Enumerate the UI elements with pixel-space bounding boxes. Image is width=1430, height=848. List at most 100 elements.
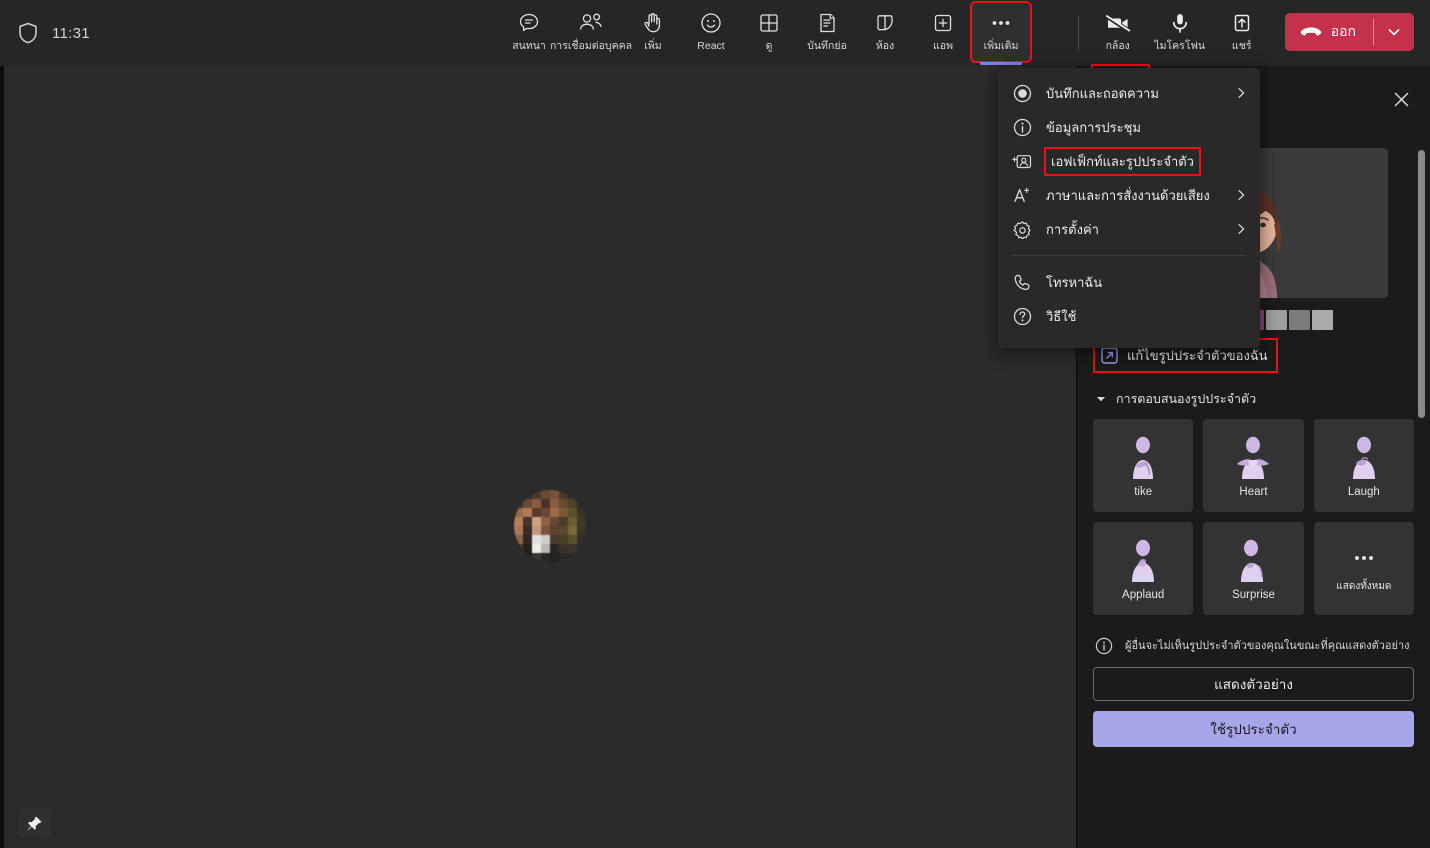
reaction-applaud-label: Applaud	[1122, 588, 1165, 601]
view-label: ดู	[765, 40, 773, 52]
breakout-rooms-icon	[873, 10, 897, 36]
react-button[interactable]: React	[682, 3, 740, 61]
phone-icon	[1012, 273, 1032, 292]
menu-item-call-me[interactable]: โทรหาฉัน	[998, 265, 1260, 299]
panel-scrollbar[interactable]	[1418, 150, 1425, 418]
menu-item-settings[interactable]: การตั้งค่า	[998, 212, 1260, 246]
effects-avatar-icon	[1012, 152, 1032, 171]
avatar-reactions-section-header[interactable]: การตอบสนองรูปประจำตัว	[1095, 389, 1414, 409]
meeting-clock: 11:31	[52, 24, 90, 42]
applaud-gesture-icon	[1121, 537, 1165, 583]
toolbar-divider	[1077, 16, 1079, 50]
camera-button[interactable]: กล้อง	[1089, 3, 1147, 61]
grid-view-icon	[757, 10, 781, 36]
ellipsis-icon	[1349, 543, 1379, 573]
reaction-laugh-label: Laugh	[1347, 485, 1380, 498]
reaction-laugh[interactable]: Laugh	[1313, 419, 1414, 512]
apps-button[interactable]: แอพ	[914, 3, 972, 61]
reaction-surprise[interactable]: Surprise	[1203, 522, 1304, 615]
menu-separator	[1012, 255, 1246, 256]
menu-item-help[interactable]: วิธีใช้	[998, 299, 1260, 333]
chat-label: สนทนา	[512, 40, 546, 52]
reaction-show-all[interactable]: แสดงทั้งหมด	[1313, 522, 1414, 615]
preview-notice-text: ผู้อื่นจะไม่เห็นรูปประจำตัวของคุณในขณะที…	[1125, 640, 1410, 652]
toolbar-actions: สนทนา การเชื่อมต่อบุคคล เพิ่ม React ดู บ…	[500, 0, 1032, 66]
smiley-icon	[699, 10, 723, 36]
reaction-heart[interactable]: Heart	[1203, 419, 1304, 512]
notes-icon	[815, 10, 839, 36]
menu-item-record-label: บันทึกและถอดความ	[1046, 85, 1159, 101]
raise-hand-icon	[641, 10, 665, 36]
menu-item-settings-label: การตั้งค่า	[1046, 221, 1099, 237]
rooms-button[interactable]: ห้อง	[856, 3, 914, 61]
panel-close-button[interactable]	[1384, 82, 1418, 116]
reaction-like[interactable]: tike	[1093, 419, 1194, 512]
gear-icon	[1012, 220, 1032, 239]
menu-item-effects-avatars-label: เอฟเฟ็กท์และรูปประจำตัว	[1044, 146, 1201, 176]
microphone-button[interactable]: ไมโครโฟน	[1147, 3, 1213, 61]
more-button[interactable]: เพิ่มเติม	[970, 1, 1032, 65]
notes-button[interactable]: บันทึกย่อ	[798, 3, 856, 61]
open-external-icon	[1101, 347, 1118, 364]
info-icon	[1095, 637, 1113, 655]
preview-button[interactable]: แสดงตัวอย่าง	[1093, 667, 1414, 701]
notes-label: บันทึกย่อ	[807, 40, 847, 52]
ellipsis-icon	[988, 10, 1014, 36]
more-label: เพิ่มเติม	[983, 40, 1019, 52]
leave-label: ออก	[1330, 23, 1356, 39]
heart-gesture-icon	[1228, 434, 1278, 480]
menu-item-record-transcribe[interactable]: บันทึกและถอดความ	[998, 76, 1260, 110]
avatar-reactions-grid: tike Heart Laugh Applaud Surprise แสดงทั…	[1093, 419, 1414, 615]
microphone-label: ไมโครโฟน	[1154, 40, 1206, 52]
apps-label: แอพ	[933, 40, 953, 52]
close-icon	[1392, 90, 1411, 109]
meeting-stage	[4, 66, 1076, 848]
toolbar-right: กล้อง ไมโครโฟน แชร์ ออก	[1068, 0, 1430, 66]
chat-button[interactable]: สนทนา	[500, 3, 558, 61]
surprise-gesture-icon	[1231, 537, 1275, 583]
more-options-menu: บันทึกและถอดความ ข้อมูลการประชุม เอฟเฟ็ก…	[998, 68, 1260, 348]
apply-avatar-button[interactable]: ใช้รูปประจำตัว	[1093, 711, 1414, 747]
preview-notice: ผู้อื่นจะไม่เห็นรูปประจำตัวของคุณในขณะที…	[1093, 637, 1414, 655]
pin-button[interactable]	[18, 808, 50, 838]
menu-item-call-me-label: โทรหาฉัน	[1046, 274, 1103, 290]
chevron-down-icon	[1095, 393, 1107, 405]
menu-item-language-speech[interactable]: ภาษาและการสั่งงานด้วยเสียง	[998, 178, 1260, 212]
hangup-icon	[1300, 25, 1322, 39]
microphone-icon	[1168, 10, 1192, 36]
chevron-right-icon	[1234, 86, 1248, 100]
chevron-down-icon	[1386, 24, 1402, 40]
camera-off-icon	[1104, 10, 1132, 36]
laugh-gesture-icon	[1342, 434, 1386, 480]
view-button[interactable]: ดู	[740, 3, 798, 61]
info-icon	[1012, 118, 1032, 137]
chevron-right-icon	[1234, 222, 1248, 236]
help-icon	[1012, 307, 1032, 326]
reaction-surprise-label: Surprise	[1232, 588, 1275, 601]
share-screen-button[interactable]: แชร์	[1213, 3, 1271, 61]
reaction-show-all-label: แสดงทั้งหมด	[1336, 581, 1392, 592]
chevron-right-icon	[1234, 188, 1248, 202]
edit-avatar-label: แก้ไขรูปประจำตัวของฉัน	[1127, 348, 1268, 363]
share-label: แชร์	[1231, 40, 1252, 52]
avatar-pixelated	[514, 490, 586, 562]
raise-hand-label: เพิ่ม	[644, 40, 662, 52]
menu-item-help-label: วิธีใช้	[1046, 308, 1077, 324]
raise-hand-button[interactable]: เพิ่ม	[624, 3, 682, 61]
menu-item-meeting-info-label: ข้อมูลการประชุม	[1046, 119, 1141, 135]
leave-options-chevron[interactable]	[1374, 13, 1414, 51]
people-button[interactable]: การเชื่อมต่อบุคคล	[550, 3, 632, 61]
avatar-reactions-label: การตอบสนองรูปประจำตัว	[1116, 392, 1257, 406]
menu-item-meeting-info[interactable]: ข้อมูลการประชุม	[998, 110, 1260, 144]
reaction-applaud[interactable]: Applaud	[1093, 522, 1194, 615]
teams-meeting-window: 11:31 สนทนา การเชื่อมต่อบุคคล เพิ่ม Reac…	[0, 0, 1430, 848]
pin-icon	[26, 815, 43, 832]
leave-meeting-button[interactable]: ออก	[1284, 13, 1414, 51]
menu-item-effects-avatars[interactable]: เอฟเฟ็กท์และรูปประจำตัว	[998, 144, 1260, 178]
shield-icon	[18, 22, 38, 44]
reaction-like-label: tike	[1134, 485, 1153, 498]
people-label: การเชื่อมต่อบุคคล	[549, 40, 633, 52]
reaction-heart-label: Heart	[1239, 485, 1268, 498]
leave-main[interactable]: ออก	[1285, 13, 1373, 51]
people-icon	[578, 10, 604, 36]
